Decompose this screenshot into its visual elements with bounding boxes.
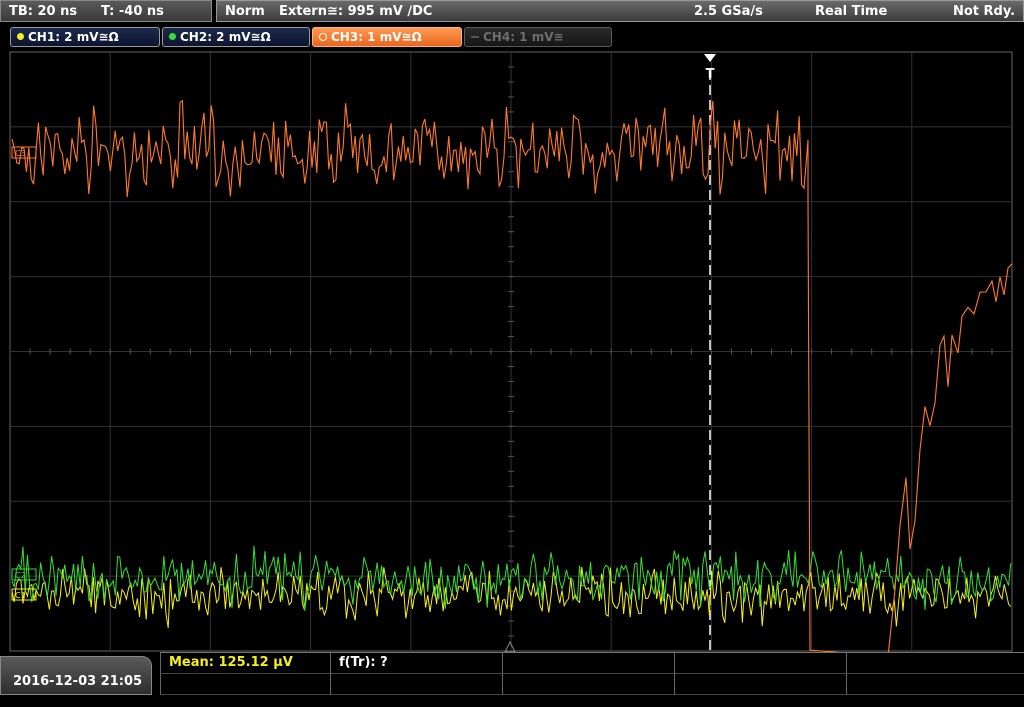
mean-measurement[interactable]: Mean: 125.12 µV [160, 653, 330, 674]
trigger-mode: Norm [225, 4, 265, 19]
ch4-label: CH4: 1 mV≅ [483, 30, 564, 44]
ch3-indicator-icon [319, 32, 327, 41]
measurement-slot-8[interactable] [502, 674, 674, 695]
tab-ch2[interactable]: CH2: 2 mV≅Ω [162, 27, 310, 47]
trigger-source: Extern≅: 995 mV ∕DC [279, 4, 433, 19]
tab-ch4[interactable]: CH4: 1 mV≅ [464, 27, 612, 47]
datetime-readout: 2016-12-03 21:05 [13, 674, 143, 689]
ch3-label: CH3: 1 mV≅Ω [331, 30, 422, 44]
sample-rate: 2.5 GSa/s [694, 4, 763, 19]
measurement-slot-9[interactable] [674, 674, 846, 695]
ch2-indicator-icon [169, 33, 176, 40]
ch1-label: CH1: 2 mV≅Ω [28, 30, 119, 44]
ch3-marker-label: C3 [15, 149, 26, 158]
acquisition-panel[interactable]: Norm Extern≅: 995 mV ∕DC 2.5 GSa/s Real … [216, 0, 1024, 22]
waveform-display[interactable]: T C3 C2 C1 [0, 50, 1024, 653]
measurement-slot-10[interactable] [846, 674, 1024, 695]
frequency-measurement[interactable]: f(Tr): ? [330, 653, 502, 674]
ch2-label: CH2: 2 mV≅Ω [180, 30, 271, 44]
run-status: Not Rdy. [953, 4, 1016, 19]
timebase-readout: TB: 20 ns [9, 4, 78, 19]
measurement-slot-7[interactable] [330, 674, 502, 695]
measurement-panel[interactable]: Mean: 125.12 µV f(Tr): ? [160, 652, 1024, 695]
trigger-time-readout: T: -40 ns [101, 4, 164, 19]
trigger-marker-label: T [706, 67, 715, 82]
datetime-panel: 2016-12-03 21:05 [0, 656, 152, 695]
measurement-slot-3[interactable] [502, 653, 674, 674]
measurement-slot-4[interactable] [674, 653, 846, 674]
frequency-value: f(Tr): ? [339, 655, 388, 670]
ch2-marker-label: C2 [15, 571, 26, 580]
timebase-panel[interactable]: TB: 20 ns T: -40 ns [0, 0, 212, 22]
tab-ch1[interactable]: CH1: 2 mV≅Ω [10, 27, 160, 47]
mean-value: Mean: 125.12 µV [169, 655, 293, 670]
measurement-slot-5[interactable] [846, 653, 1024, 674]
tab-ch3[interactable]: CH3: 1 mV≅Ω [312, 27, 462, 47]
measurement-slot-6[interactable] [160, 674, 330, 695]
status-bar: TB: 20 ns T: -40 ns Norm Extern≅: 995 mV… [0, 0, 1024, 24]
ch1-marker-label: C1 [15, 591, 26, 600]
ch4-indicator-icon [471, 35, 479, 38]
acquisition-mode: Real Time [815, 4, 888, 19]
ch1-indicator-icon [17, 33, 24, 40]
